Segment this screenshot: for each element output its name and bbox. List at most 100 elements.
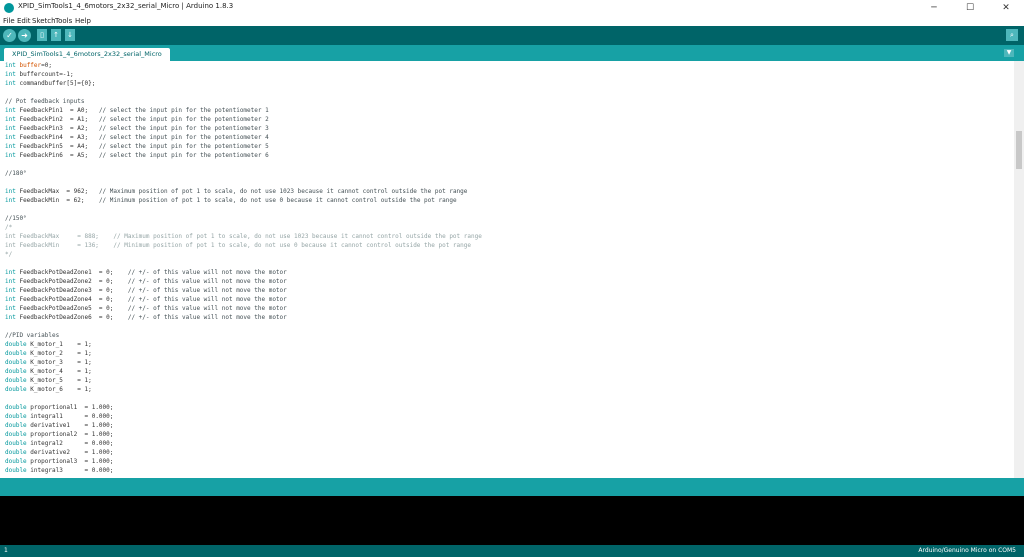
upload-button[interactable]: ➜ xyxy=(18,29,31,42)
code-token: proportional2 = 1.000; xyxy=(26,431,114,438)
arduino-logo-icon xyxy=(4,3,14,13)
code-comment: /* xyxy=(5,224,13,231)
code-line[interactable]: int FeedbackMax = 962; // Maximum positi… xyxy=(5,187,467,196)
code-line[interactable]: int FeedbackPin4 = A3; // select the inp… xyxy=(5,133,269,142)
arrow-up-icon: ↑ xyxy=(53,31,59,39)
maximize-button[interactable]: ☐ xyxy=(952,0,988,16)
code-line[interactable]: int buffercount=-1; xyxy=(5,70,74,79)
code-comment: // +/- of this value will not move the m… xyxy=(127,296,287,303)
code-line[interactable]: int FeedbackPin5 = A4; // select the inp… xyxy=(5,142,269,151)
code-token: K_motor_4 = 1; xyxy=(26,368,92,375)
code-line[interactable]: int FeedbackPin3 = A2; // select the inp… xyxy=(5,124,269,133)
code-keyword: int xyxy=(5,143,16,150)
code-comment: int FeedbackMax = 888; // Maximum positi… xyxy=(5,233,482,240)
tab-menu-button[interactable]: ▼ xyxy=(1004,49,1014,57)
code-line[interactable]: double K_motor_6 = 1; xyxy=(5,385,92,394)
window-title: XPID_SimTools1_4_6motors_2x32_serial_Mic… xyxy=(18,2,234,10)
menu-bar: File Edit Sketch Tools Help xyxy=(0,16,1024,26)
code-token: proportional1 = 1.000; xyxy=(26,404,114,411)
code-line[interactable]: int FeedbackPotDeadZone4 = 0; // +/- of … xyxy=(5,295,287,304)
console-output xyxy=(0,496,1024,545)
code-keyword: int xyxy=(5,71,16,78)
code-token: FeedbackMin = 62; xyxy=(15,197,99,204)
code-line[interactable]: int FeedbackPotDeadZone2 = 0; // +/- of … xyxy=(5,277,287,286)
chevron-down-icon: ▼ xyxy=(1006,49,1012,56)
code-token: FeedbackPin4 = A3; xyxy=(15,134,99,141)
code-token: FeedbackPin3 = A2; xyxy=(15,125,99,132)
code-keyword: int xyxy=(5,296,16,303)
menu-tools[interactable]: Tools xyxy=(55,17,72,25)
code-line[interactable]: int FeedbackPin6 = A5; // select the inp… xyxy=(5,151,269,160)
code-comment: // +/- of this value will not move the m… xyxy=(127,269,287,276)
verify-button[interactable]: ✓ xyxy=(3,29,16,42)
code-comment: //PID variables xyxy=(5,332,60,339)
code-line[interactable]: double proportional1 = 1.000; xyxy=(5,403,113,412)
code-line[interactable]: double K_motor_5 = 1; xyxy=(5,376,92,385)
code-token: FeedbackPin6 = A5; xyxy=(15,152,99,159)
code-line[interactable]: int FeedbackMin = 136; // Minimum positi… xyxy=(5,241,471,250)
code-comment: // Minimum position of pot 1 to scale, d… xyxy=(98,197,457,204)
code-line[interactable]: int FeedbackPin1 = A0; // select the inp… xyxy=(5,106,269,115)
code-line[interactable]: int FeedbackPotDeadZone6 = 0; // +/- of … xyxy=(5,313,287,322)
code-keyword: double xyxy=(5,458,27,465)
file-icon: ▯ xyxy=(40,31,44,39)
menu-help[interactable]: Help xyxy=(75,17,91,25)
menu-edit[interactable]: Edit xyxy=(17,17,31,25)
code-line[interactable]: int FeedbackPin2 = A1; // select the inp… xyxy=(5,115,269,124)
code-comment: // Pot feedback inputs xyxy=(5,98,85,105)
code-keyword: int xyxy=(5,278,16,285)
code-line[interactable]: int FeedbackPotDeadZone3 = 0; // +/- of … xyxy=(5,286,287,295)
code-token: FeedbackPin2 = A1; xyxy=(15,116,99,123)
code-line[interactable]: double proportional2 = 1.000; xyxy=(5,430,113,439)
code-line[interactable]: double K_motor_1 = 1; xyxy=(5,340,92,349)
code-token: FeedbackPotDeadZone4 = 0; xyxy=(15,296,128,303)
code-line[interactable]: double integral3 = 0.000; xyxy=(5,466,113,475)
code-line[interactable]: */ xyxy=(5,250,12,259)
code-token: =0; xyxy=(41,62,52,69)
code-line[interactable]: // Pot feedback inputs xyxy=(5,97,84,106)
code-line[interactable]: double K_motor_4 = 1; xyxy=(5,367,92,376)
code-line[interactable]: //150° xyxy=(5,214,27,223)
code-line[interactable]: double derivative2 = 1.000; xyxy=(5,448,113,457)
code-token: K_motor_2 = 1; xyxy=(26,350,92,357)
vertical-scrollbar[interactable] xyxy=(1014,61,1024,478)
menu-sketch[interactable]: Sketch xyxy=(32,17,56,25)
code-keyword: int xyxy=(5,62,16,69)
open-button[interactable]: ↑ xyxy=(51,29,61,41)
tab-sketch[interactable]: XPID_SimTools1_4_6motors_2x32_serial_Mic… xyxy=(4,48,170,61)
code-line[interactable]: /* xyxy=(5,223,12,232)
code-token: FeedbackPin5 = A4; xyxy=(15,143,99,150)
toolbar: ✓ ➜ ▯ ↑ ↓ ⌕ xyxy=(0,26,1024,45)
code-line[interactable]: double K_motor_2 = 1; xyxy=(5,349,92,358)
code-line[interactable]: double proportional3 = 1.000; xyxy=(5,457,113,466)
code-line[interactable]: int FeedbackPotDeadZone1 = 0; // +/- of … xyxy=(5,268,287,277)
code-keyword: double xyxy=(5,386,27,393)
code-token: derivative1 = 1.000; xyxy=(26,422,114,429)
close-button[interactable]: ✕ xyxy=(988,0,1024,16)
code-line[interactable]: int buffer=0; xyxy=(5,61,52,70)
code-line[interactable]: double K_motor_3 = 1; xyxy=(5,358,92,367)
serial-monitor-button[interactable]: ⌕ xyxy=(1006,29,1018,41)
code-keyword: double xyxy=(5,422,27,429)
code-keyword: int xyxy=(5,125,16,132)
code-comment: int FeedbackMin = 136; // Minimum positi… xyxy=(5,242,471,249)
minimize-button[interactable]: ─ xyxy=(916,0,952,16)
code-keyword: int xyxy=(5,107,16,114)
new-button[interactable]: ▯ xyxy=(37,29,47,41)
save-button[interactable]: ↓ xyxy=(65,29,75,41)
code-line[interactable]: int FeedbackMax = 888; // Maximum positi… xyxy=(5,232,482,241)
code-comment: // select the input pin for the potentio… xyxy=(98,152,269,159)
scrollbar-thumb[interactable] xyxy=(1016,131,1022,169)
menu-file[interactable]: File xyxy=(3,17,15,25)
code-line[interactable]: //180° xyxy=(5,169,27,178)
code-line[interactable]: double derivative1 = 1.000; xyxy=(5,421,113,430)
code-line[interactable]: int FeedbackPotDeadZone5 = 0; // +/- of … xyxy=(5,304,287,313)
code-comment: // select the input pin for the potentio… xyxy=(98,143,269,150)
code-line[interactable]: int commandbuffer[5]={0}; xyxy=(5,79,95,88)
code-line[interactable]: //PID variables xyxy=(5,331,59,340)
code-line[interactable]: double integral2 = 0.000; xyxy=(5,439,113,448)
code-line[interactable]: double integral1 = 0.000; xyxy=(5,412,113,421)
tab-bar: XPID_SimTools1_4_6motors_2x32_serial_Mic… xyxy=(0,45,1024,61)
code-editor[interactable]: int buffer=0; int buffercount=-1; int comm… xyxy=(0,61,1014,478)
code-line[interactable]: int FeedbackMin = 62; // Minimum positio… xyxy=(5,196,457,205)
